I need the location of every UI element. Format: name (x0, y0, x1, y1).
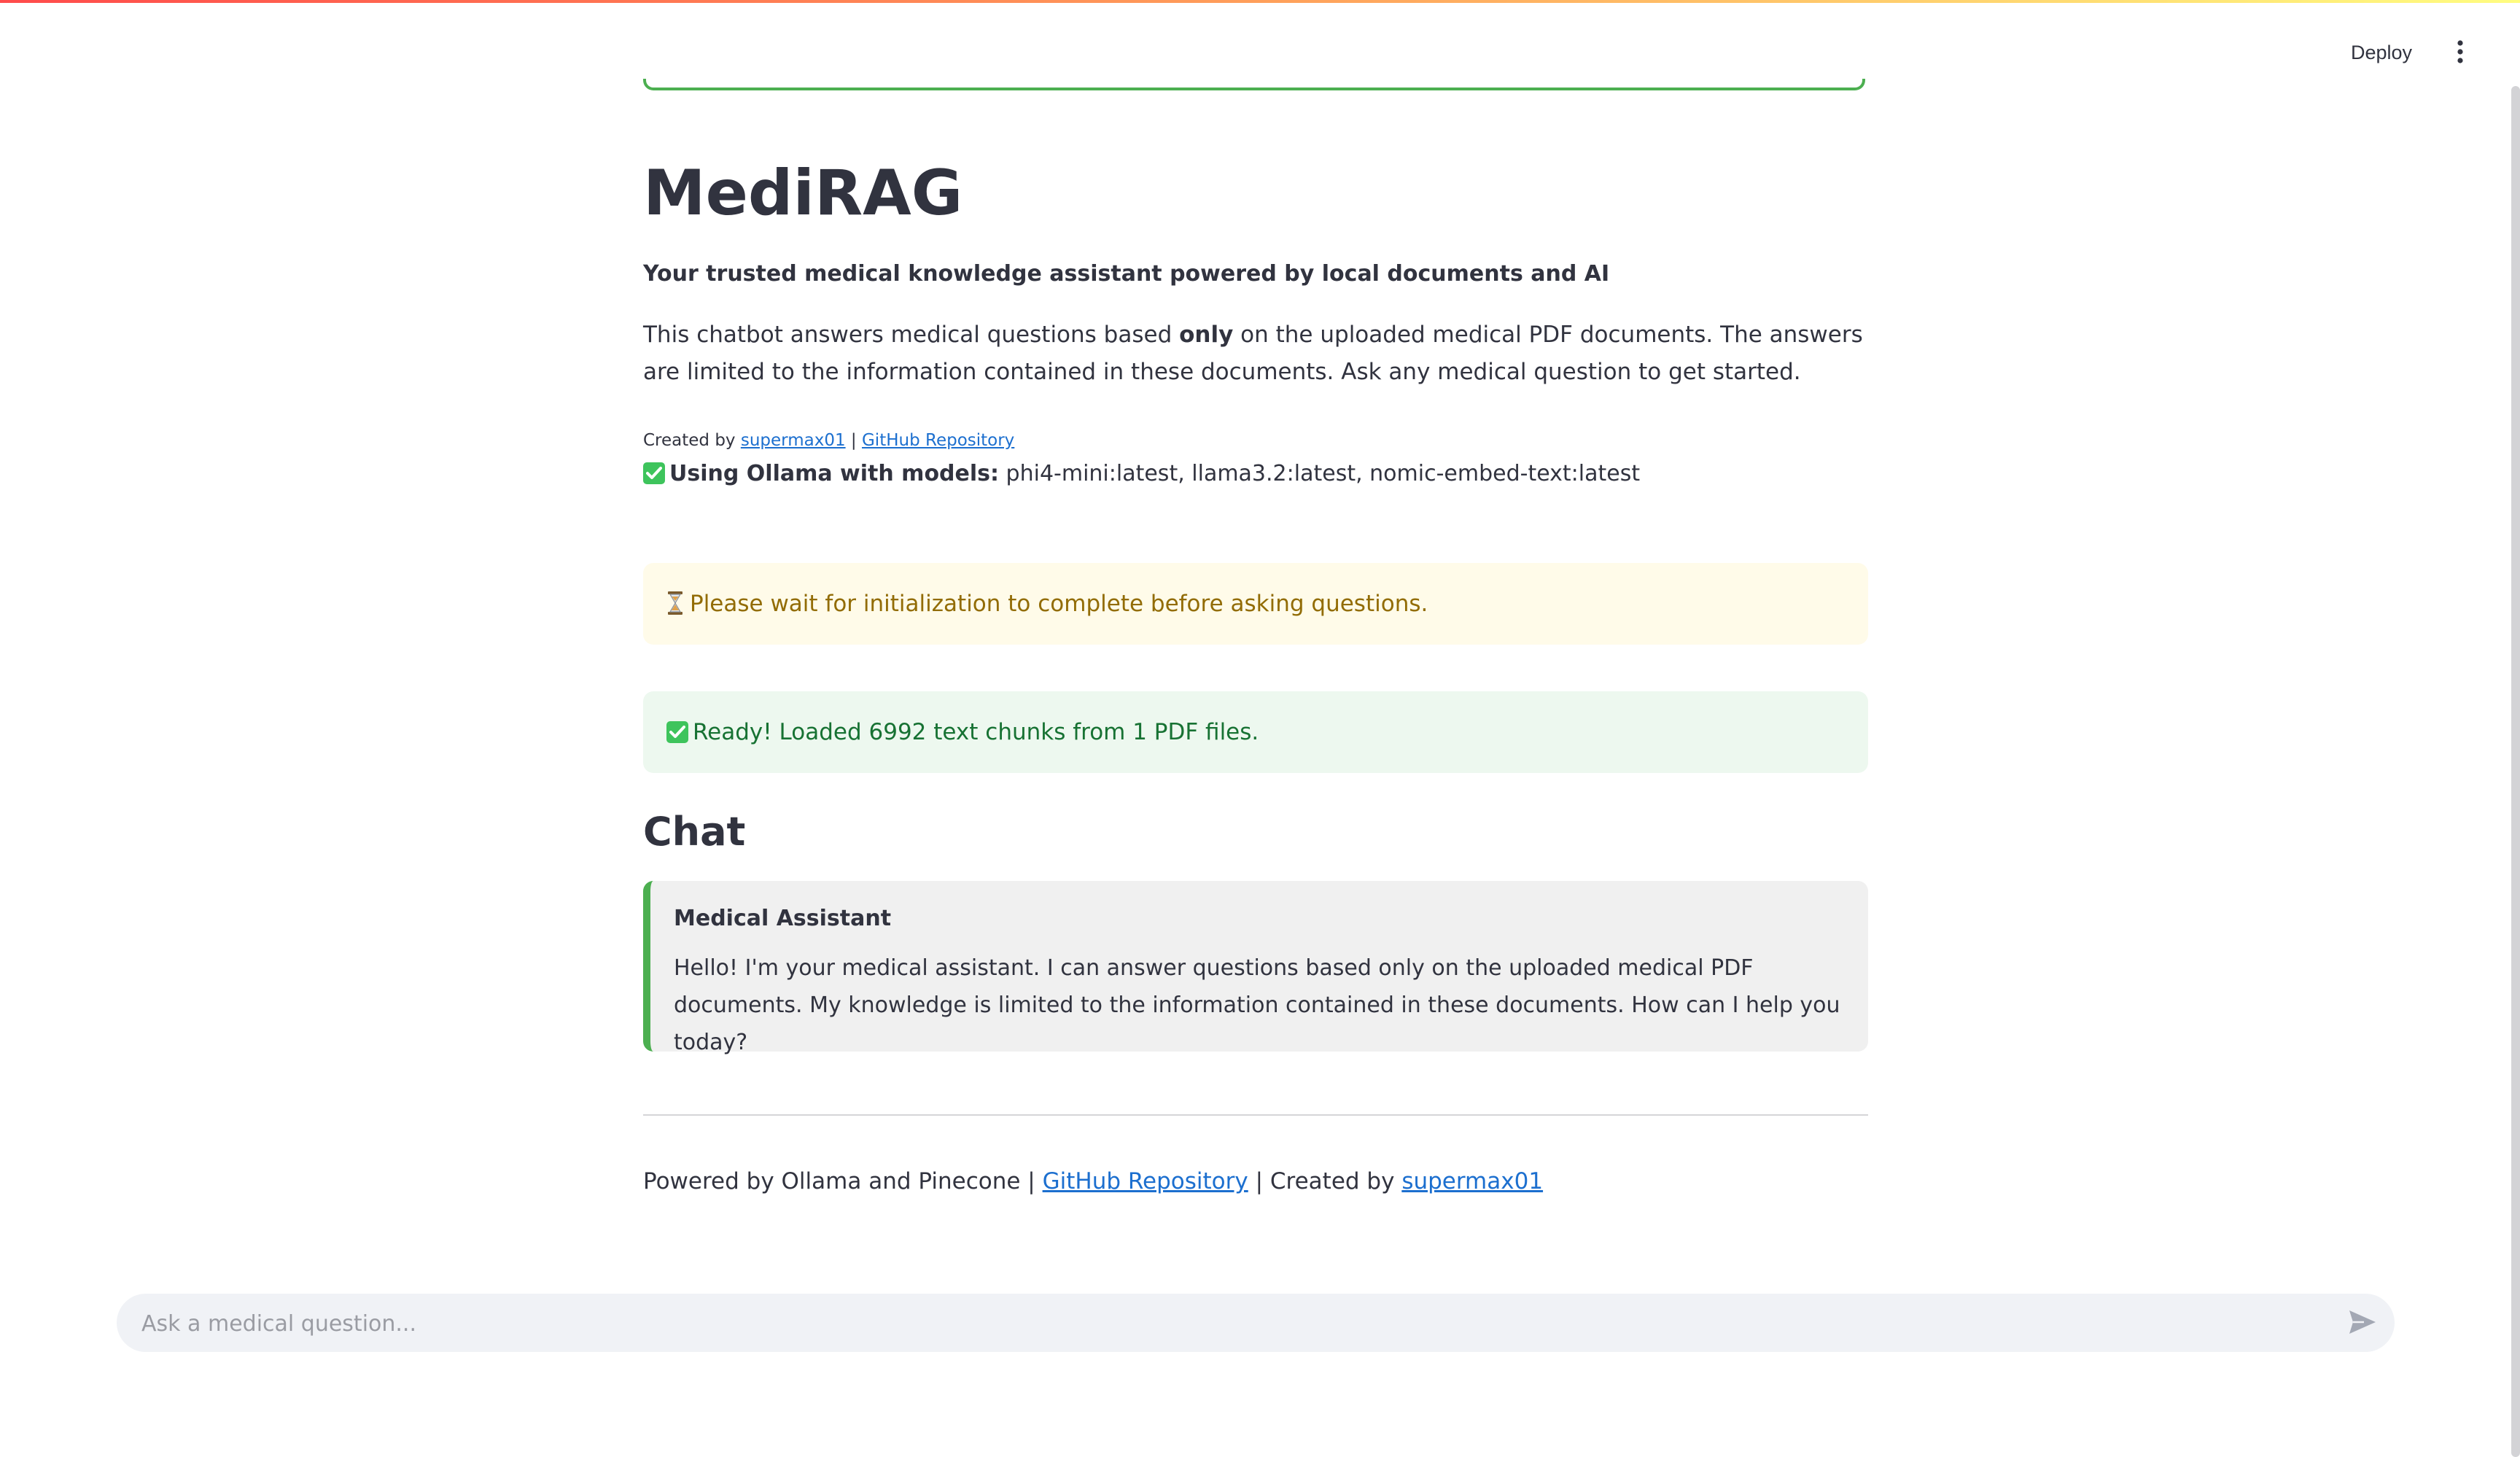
page-title: MediRAG (643, 157, 963, 230)
ready-success-alert: Ready! Loaded 6992 text chunks from 1 PD… (643, 691, 1868, 773)
models-status: Using Ollama with models: phi4-mini:late… (643, 458, 1640, 490)
success-text: Ready! Loaded 6992 text chunks from 1 PD… (693, 719, 1259, 745)
send-icon (2349, 1310, 2376, 1334)
description-emphasis: only (1179, 322, 1234, 348)
vertical-ellipsis-icon (2457, 40, 2463, 63)
chat-message-assistant: Medical Assistant Hello! I'm your medica… (643, 881, 1868, 1055)
warning-text: Please wait for initialization to comple… (690, 591, 1428, 617)
deploy-button[interactable]: Deploy (2339, 35, 2424, 70)
chat-input[interactable] (140, 1294, 2301, 1353)
credits-separator: | (845, 431, 862, 450)
github-repo-link[interactable]: GitHub Repository (862, 431, 1014, 450)
send-button[interactable] (2345, 1305, 2380, 1340)
footer-github-repo-link[interactable]: GitHub Repository (1043, 1168, 1248, 1194)
hourglass-icon (668, 591, 682, 615)
footer-prefix: Powered by Ollama and Pinecone | (643, 1168, 1043, 1194)
footer-middle: | Created by (1248, 1168, 1402, 1194)
check-mark-icon (643, 462, 665, 484)
author-link[interactable]: supermax01 (741, 431, 846, 450)
credits-prefix: Created by (643, 431, 741, 450)
chat-message-text: Hello! I'm your medical assistant. I can… (674, 955, 1840, 1055)
models-value: phi4-mini:latest, llama3.2:latest, nomic… (999, 461, 1641, 486)
footer-divider (643, 1114, 1868, 1116)
initialization-warning: Please wait for initialization to comple… (643, 563, 1868, 645)
chat-message-author: Medical Assistant (674, 906, 892, 931)
main-menu-button[interactable] (2444, 36, 2476, 69)
credits-line: Created by supermax01 | GitHub Repositor… (643, 427, 1014, 454)
page-footer: Powered by Ollama and Pinecone | GitHub … (643, 1164, 1543, 1199)
models-label: Using Ollama with models: (669, 461, 1000, 486)
check-mark-icon (666, 721, 688, 743)
app-description: This chatbot answers medical questions b… (643, 316, 1868, 391)
chat-heading: Chat (643, 809, 746, 855)
footer-author-link[interactable]: supermax01 (1401, 1168, 1543, 1194)
description-text-start: This chatbot answers medical questions b… (643, 322, 1180, 348)
previous-block-edge (643, 79, 1865, 90)
page-scrollbar[interactable] (2511, 86, 2520, 1457)
page-subtitle: Your trusted medical knowledge assistant… (643, 261, 1610, 287)
chat-input-bar (117, 1294, 2395, 1353)
